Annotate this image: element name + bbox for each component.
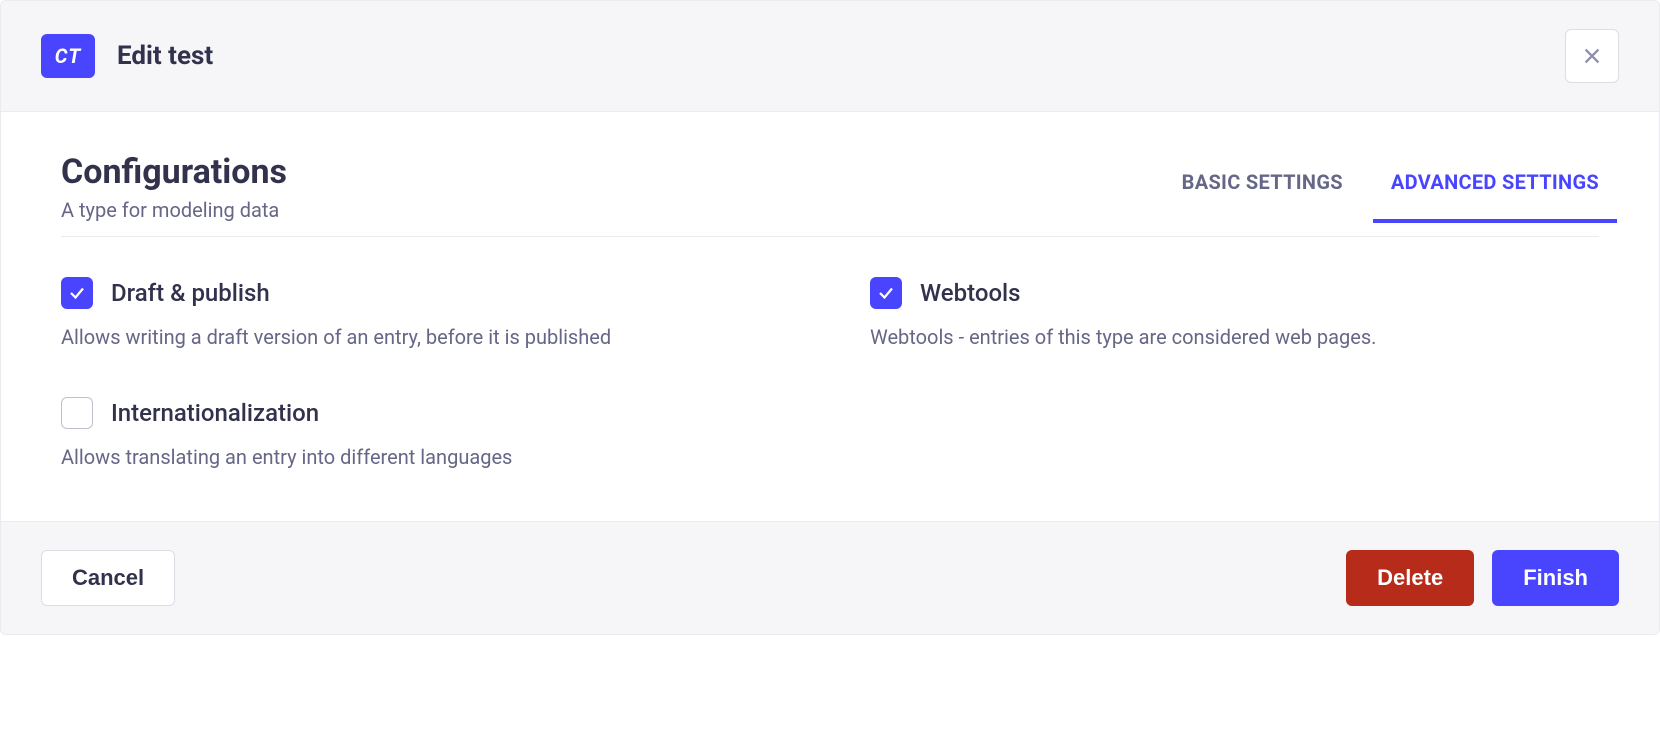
option-description: Allows writing a draft version of an ent… <box>61 323 790 351</box>
checkbox-webtools[interactable] <box>870 277 902 309</box>
options-grid: Draft & publish Allows writing a draft v… <box>61 277 1599 471</box>
title-block: Configurations A type for modeling data <box>61 152 287 222</box>
tab-basic-settings[interactable]: BASIC SETTINGS <box>1182 170 1343 222</box>
option-row: Internationalization <box>61 397 790 429</box>
checkbox-draft-publish[interactable] <box>61 277 93 309</box>
option-internationalization: Internationalization Allows translating … <box>61 397 790 471</box>
option-label: Draft & publish <box>111 279 270 307</box>
settings-tabs: BASIC SETTINGS ADVANCED SETTINGS <box>1182 170 1599 222</box>
edit-test-modal: CT Edit test Configurations A type for m… <box>0 0 1660 635</box>
content-type-badge: CT <box>41 34 95 78</box>
check-icon <box>68 284 86 302</box>
option-label: Internationalization <box>111 399 319 427</box>
option-row: Webtools <box>870 277 1599 309</box>
tab-advanced-settings[interactable]: ADVANCED SETTINGS <box>1391 170 1599 222</box>
option-description: Allows translating an entry into differe… <box>61 443 790 471</box>
checkbox-internationalization[interactable] <box>61 397 93 429</box>
header-left: CT Edit test <box>41 34 213 78</box>
delete-button[interactable]: Delete <box>1346 550 1474 606</box>
option-row: Draft & publish <box>61 277 790 309</box>
option-webtools: Webtools Webtools - entries of this type… <box>870 277 1599 351</box>
modal-footer: Cancel Delete Finish <box>1 521 1659 634</box>
modal-body: Configurations A type for modeling data … <box>1 112 1659 521</box>
footer-right: Delete Finish <box>1346 550 1619 606</box>
check-icon <box>877 284 895 302</box>
close-icon <box>1581 45 1603 67</box>
option-draft-publish: Draft & publish Allows writing a draft v… <box>61 277 790 351</box>
section-title: Configurations <box>61 152 287 192</box>
modal-title: Edit test <box>117 41 213 71</box>
section-subtitle: A type for modeling data <box>61 198 287 222</box>
option-description: Webtools - entries of this type are cons… <box>870 323 1599 351</box>
close-button[interactable] <box>1565 29 1619 83</box>
body-header: Configurations A type for modeling data … <box>61 152 1599 237</box>
finish-button[interactable]: Finish <box>1492 550 1619 606</box>
option-label: Webtools <box>920 279 1021 307</box>
cancel-button[interactable]: Cancel <box>41 550 175 606</box>
modal-header: CT Edit test <box>1 1 1659 112</box>
